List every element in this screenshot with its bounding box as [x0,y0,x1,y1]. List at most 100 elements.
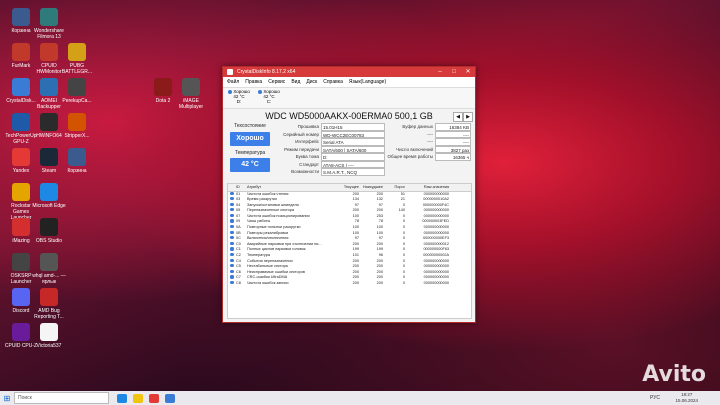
info-row: ---- ---- [387,138,471,146]
desktop-icon-label: Корзина [67,168,87,174]
desktop-icon-label: Victoria537 [36,343,62,349]
menu-item[interactable]: Вид [291,77,300,87]
app-shortcut-icon [12,43,30,61]
status-dot-icon [230,230,234,234]
table-cell: 200 [352,281,359,285]
info-row: Буфер данных 16384 KB [387,123,471,131]
desktop-icon[interactable]: whql amd-... — ярлык [32,253,66,285]
explorer-taskbar-icon[interactable] [133,393,143,403]
desktop-icon-label: iMAGE Multiplayer [178,98,204,110]
status-dot-icon [230,191,234,195]
desktop-icon[interactable]: Wondershare Filmora 13 [32,8,66,40]
health-status-badge[interactable]: Хорошо [230,132,270,146]
desktop-icon[interactable]: Microsoft Edge [32,183,66,209]
status-dot-icon [228,89,233,94]
table-row[interactable]: C8 Частота ошибок записи 200 200 0 0000000000… [228,281,471,287]
drive-tab-c[interactable]: Хорошо 42 °C C: [256,88,282,108]
desktop-icon[interactable]: Корзина [60,148,94,174]
app-shortcut-icon [40,288,58,306]
column-header[interactable]: Raw-значения [405,184,451,191]
app-shortcut-icon [40,218,58,236]
column-header[interactable]: Наихудшее [359,184,383,191]
menu-item[interactable]: Сервис [268,77,285,87]
status-dot-icon [230,213,234,218]
smart-attributes-table[interactable]: ID Атрибут Текущее Наихудшее Порог Raw-значен… [227,183,472,319]
info-row: Буква тома D: [275,153,385,161]
drive-tabs: Хорошо 42 °C D: Хорошо 42 °C C: [223,88,475,109]
minimize-button[interactable]: – [433,67,447,77]
maximize-button[interactable]: □ [447,67,461,77]
info-label: Интерфейс [295,139,319,144]
language-indicator[interactable]: РУС [650,391,660,405]
clock[interactable]: 18:27 15.06.2024 [675,392,698,404]
app-shortcut-icon [40,253,58,271]
info-value: Serial ATA [321,138,385,146]
desktop-icon[interactable]: StripperX... [60,113,94,139]
app-shortcut-icon [154,78,172,96]
info-label: Буфер данных [402,124,433,129]
menu-item[interactable]: Правка [245,77,262,87]
window-title: CrystalDiskInfo 8.17.2 x64 [237,69,296,75]
app-shortcut-icon [12,78,30,96]
table-cell: C8 [236,281,241,285]
menu-item[interactable]: Язык(Language) [349,77,386,87]
temperature-badge[interactable]: 42 °C [230,158,270,172]
app-icon [227,69,233,75]
info-row: Серийный номер WD-WCC2EC00783 [275,130,385,138]
desktop-icon[interactable]: Victoria537 [32,323,66,349]
column-header[interactable]: Текущее [335,184,359,191]
app-shortcut-icon [40,8,58,26]
desktop-icon[interactable]: PerekupCa... [60,78,94,104]
desktop-icon[interactable]: OBS Studio [32,218,66,244]
status-dot-icon [230,197,234,201]
desktop-icon[interactable]: AMD Bug Reporting T... [32,288,66,320]
desktop-icon[interactable]: PUBG BATTLEGR... [60,43,94,75]
next-drive-button[interactable]: ▶ [463,112,473,122]
app-shortcut-icon [40,113,58,131]
menu-item[interactable]: Диск [306,77,317,87]
column-header[interactable]: Атрибут [247,184,335,191]
menu-item[interactable]: Файл [227,77,239,87]
info-value: SATA/600 | SATA/600 [321,145,385,153]
title-bar[interactable]: CrystalDiskInfo 8.17.2 x64 – □ ✕ [223,67,475,77]
search-input[interactable]: Поиск [14,392,109,404]
drive-model-heading: WDC WD5000AAKX-00ERMA0 500,1 GB ◀ ▶ [223,109,475,123]
edge-taskbar-icon[interactable] [117,393,127,403]
health-label: Техсостояние [234,123,266,129]
app-shortcut-icon [40,43,58,61]
info-value: 16365 ч [435,153,471,161]
status-dot-icon [230,281,234,285]
desktop-icon-label: PerekupCa... [62,98,92,104]
column-header[interactable]: Порог [383,184,405,191]
column-header[interactable]: ID [236,184,247,191]
desktop-icon[interactable]: iMAGE Multiplayer [174,78,208,110]
crystaldisk-taskbar-icon[interactable] [165,393,175,403]
status-dot-icon [230,219,234,223]
menu-item[interactable]: Справка [323,77,343,87]
desktop-icon-label: PUBG BATTLEGR... [61,63,93,75]
status-dot-icon [230,269,234,273]
app-shortcut-icon [68,148,86,166]
table-cell: 0 [402,281,405,285]
drive-tab-d[interactable]: Хорошо 42 °C D: [226,88,252,108]
info-label: Возможности [291,169,319,174]
table-header: ID Атрибут Текущее Наихудшее Порог Raw-значен… [228,184,471,192]
desktop-icon-label: StripperX... [64,133,90,139]
prev-drive-button[interactable]: ◀ [453,112,463,122]
info-row: Возможности S.M.A.R.T., NCQ [275,168,385,176]
info-label: Число включений [396,146,433,152]
status-dot-icon [230,241,234,246]
app-shortcut-icon [12,8,30,26]
status-dot-icon [230,208,234,212]
info-label: ---- [427,131,433,137]
windows-start-icon[interactable]: ⊞ [0,394,14,403]
app-shortcut-icon [12,288,30,306]
info-row: Прошивка 15.01H15 [275,123,385,131]
app-shortcut-icon [68,113,86,131]
close-button[interactable]: ✕ [461,67,475,77]
yandex-taskbar-icon[interactable] [149,393,159,403]
info-row: Общее время работы 16365 ч [387,153,471,161]
app-shortcut-icon [40,78,58,96]
crystaldiskinfo-window: CrystalDiskInfo 8.17.2 x64 – □ ✕ Файл Пра… [222,66,476,323]
info-label: Серийный номер [283,131,319,137]
